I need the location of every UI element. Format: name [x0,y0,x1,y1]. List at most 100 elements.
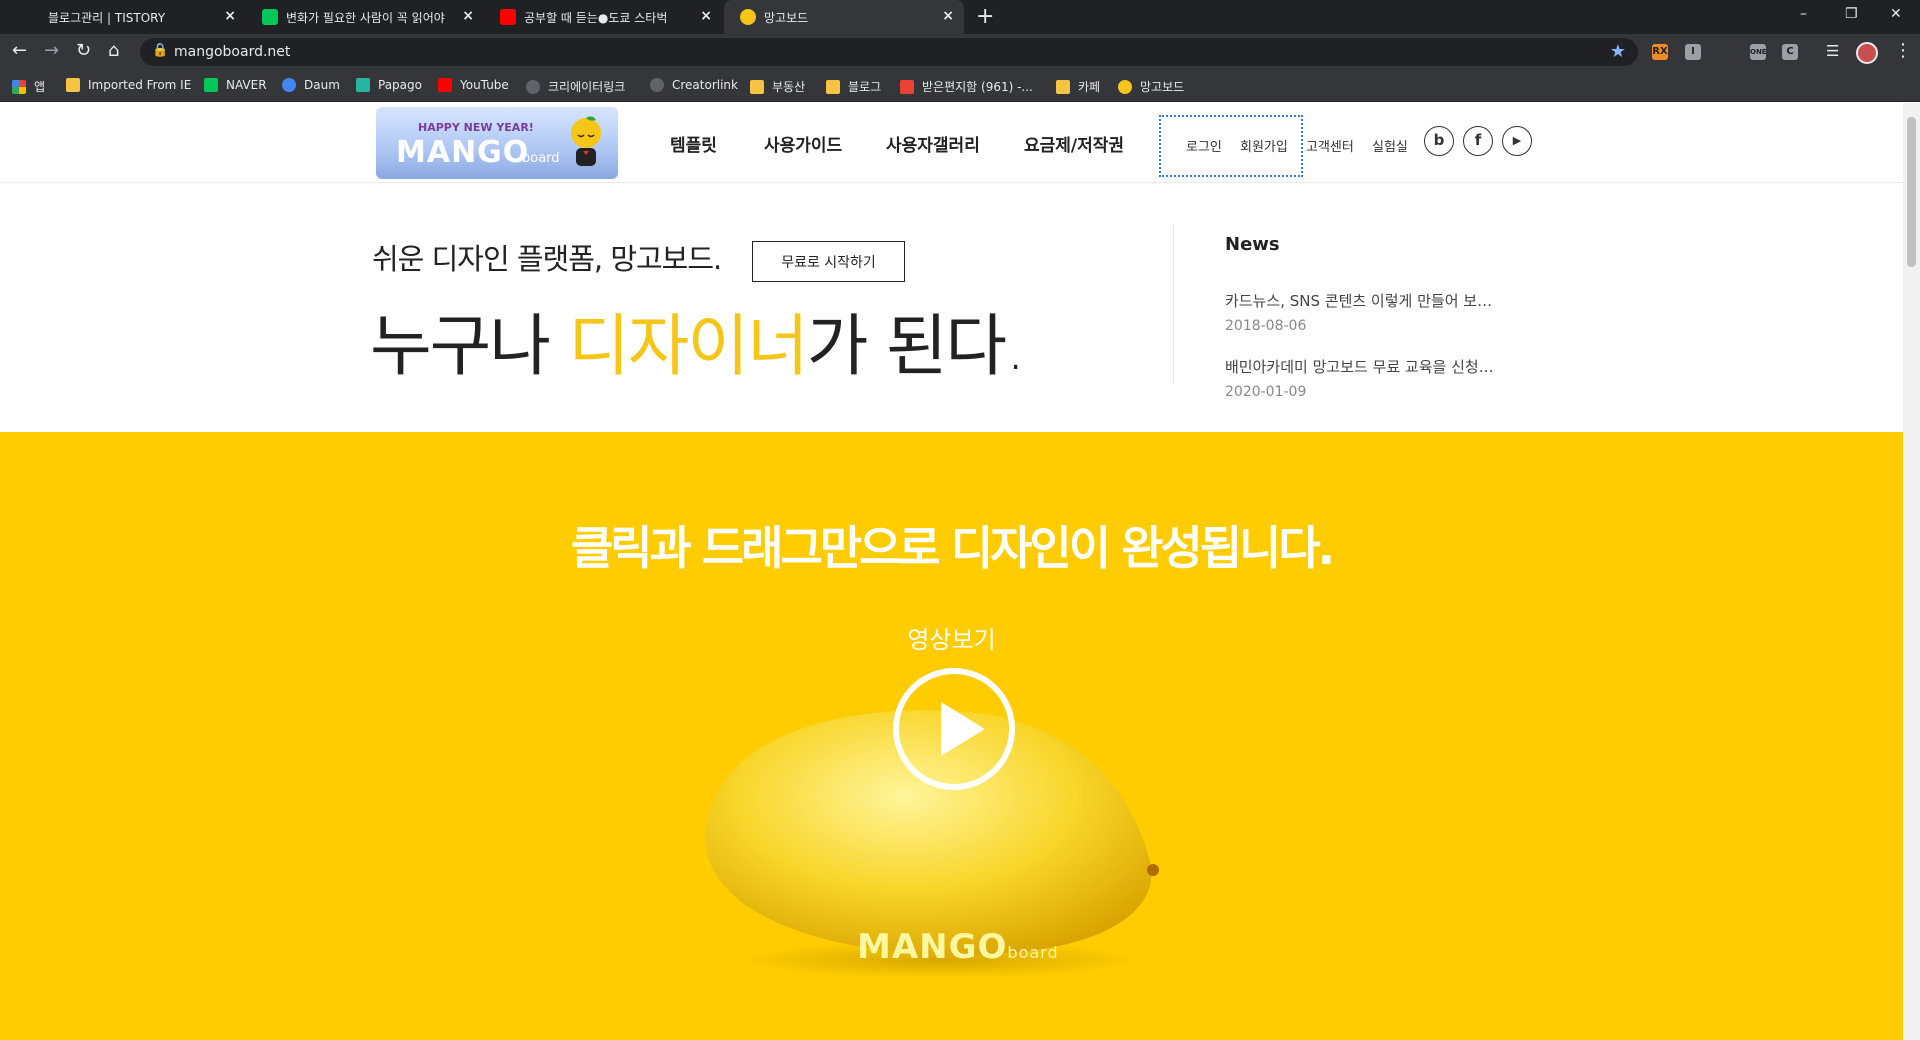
folder-icon [750,79,764,94]
signup-link[interactable]: 회원가입 [1240,136,1288,155]
bookmark-imported-from-ie[interactable]: Imported From IE [66,78,191,92]
tab-mangoboard[interactable]: 망고보드 × [724,0,964,34]
nav-templates[interactable]: 템플릿 [670,131,717,156]
bookmark-mangoboard[interactable]: 망고보드 [1118,78,1184,95]
bookmark-cafe[interactable]: 카페 [1056,78,1100,95]
hero-headline-post: 가 된다. [806,307,1027,385]
window-close-icon[interactable]: ✕ [1890,6,1902,22]
bookmark-apps[interactable]: 앱 [12,78,45,95]
new-tab-button[interactable]: + [976,4,994,29]
watch-video-label[interactable]: 영상보기 [0,620,1903,655]
bookmark-creatorlink[interactable]: Creatorlink [650,78,738,92]
youtube-favicon-icon [500,9,516,25]
customer-center-link[interactable]: 고객센터 [1306,136,1354,155]
start-free-button[interactable]: 무료로 시작하기 [752,241,905,282]
hero-section: 쉬운 디자인 플랫폼, 망고보드. 무료로 시작하기 누구나 디자이너가 된다.… [0,184,1903,432]
blog-icon[interactable]: b [1424,126,1454,156]
bookmark-inbox[interactable]: 받은편지함 (961) -... [900,78,1033,95]
extension-c-icon[interactable]: C [1782,44,1798,60]
hero-headline-accent: 디자이너 [568,307,809,385]
bookmark-real-estate[interactable]: 부동산 [750,78,805,95]
mangoboard-logo[interactable]: HAPPY NEW YEAR! MANGO board [376,107,618,179]
profile-avatar[interactable] [1856,42,1878,64]
back-icon[interactable]: ← [12,41,27,61]
brand-suffix: board [1007,943,1059,962]
play-icon [941,702,985,756]
close-icon[interactable]: × [942,8,954,24]
close-icon[interactable]: × [462,8,474,24]
creatorlink-icon [526,79,540,94]
tab-label: 변화가 필요한 사람이 꼭 읽어야 [286,10,445,25]
bookmark-papago[interactable]: Papago [356,78,422,92]
tab-label: 블로그관리 | TISTORY [48,10,166,25]
gmail-icon [900,79,914,94]
bookmark-naver[interactable]: NAVER [204,78,267,92]
bookmark-label: 망고보드 [1140,80,1185,94]
play-video-button[interactable] [893,668,1015,790]
mango-mascot-icon [571,116,601,166]
logo-tagline: HAPPY NEW YEAR! [418,121,534,134]
login-link[interactable]: 로그인 [1186,136,1222,155]
minimize-icon[interactable]: – [1800,6,1807,22]
close-icon[interactable]: × [700,8,712,24]
extension-one-icon[interactable]: ONE [1750,44,1767,60]
bookmark-star-icon[interactable]: ★ [1610,41,1626,62]
bookmark-label: Creatorlink [672,78,738,92]
news-item-link[interactable]: 배민아카데미 망고보드 무료 교육을 신청… [1225,356,1494,377]
logo-suffix: board [522,151,560,166]
naver-favicon-icon [262,9,278,25]
nav-pricing-copyright[interactable]: 요금제/저작권 [1024,131,1124,156]
youtube-icon [438,78,452,92]
bookmark-label: Imported From IE [88,78,192,92]
bookmark-youtube[interactable]: YouTube [438,78,509,92]
reload-icon[interactable]: ↻ [76,41,91,61]
bookmark-creatorlink-kr[interactable]: 크리에이터링크 [526,78,625,95]
logo-wordmark: MANGO [396,135,530,170]
bookmark-label: 카페 [1078,80,1101,94]
restore-icon[interactable]: ❐ [1845,6,1858,22]
bookmark-label: 블로그 [848,80,882,94]
site-header: HAPPY NEW YEAR! MANGO board 템플릿 사용가이드 사용… [0,103,1903,183]
bookmark-label: YouTube [460,78,509,92]
scrollbar-thumb[interactable] [1907,117,1916,267]
bookmark-blog[interactable]: 블로그 [826,78,881,95]
bookmark-label: 부동산 [772,80,806,94]
facebook-icon[interactable]: f [1463,126,1493,156]
mango-icon [1118,79,1132,94]
daum-icon [282,78,296,92]
naver-icon [204,78,218,92]
news-item-date: 2018-08-06 [1225,318,1307,334]
news-item-link[interactable]: 카드뉴스, SNS 콘텐츠 이렇게 만들어 보… [1225,290,1492,311]
web-page: HAPPY NEW YEAR! MANGO board 템플릿 사용가이드 사용… [0,103,1903,1040]
extension-i-icon[interactable]: I [1685,44,1701,60]
address-bar[interactable]: 🔒 mangoboard.net ★ [140,38,1638,66]
folder-icon [826,79,840,94]
lab-link[interactable]: 실험실 [1372,136,1408,155]
menu-kebab-icon[interactable]: ⋮ [1894,41,1912,61]
nav-user-guide[interactable]: 사용가이드 [764,131,842,156]
forward-icon[interactable]: → [44,41,59,61]
bookmark-label: 받은편지함 (961) -... [922,80,1033,94]
divider [1173,224,1174,384]
bookmark-label: Daum [304,78,340,92]
hero-headline-pre: 누구나 [370,307,569,385]
reading-list-icon[interactable]: ☰ [1826,41,1839,61]
tab-article[interactable]: 변화가 필요한 사람이 꼭 읽어야 × [246,0,484,34]
extension-rx-icon[interactable]: RX [1652,44,1668,60]
bookmark-label: 앱 [34,80,46,94]
brand-word: MANGO [857,927,1008,967]
close-icon[interactable]: × [224,8,236,24]
bookmark-label: Papago [378,78,422,92]
nav-user-gallery[interactable]: 사용자갤러리 [886,131,980,156]
youtube-icon[interactable]: ▶ [1502,126,1532,156]
hero-headline: 누구나 디자이너가 된다. [370,292,1027,389]
bookmark-daum[interactable]: Daum [282,78,340,92]
tab-youtube[interactable]: 공부할 때 듣는●도쿄 스타벅 × [484,0,722,34]
folder-icon [66,78,80,92]
papago-icon [356,78,370,92]
apps-grid-icon [12,79,26,94]
home-icon[interactable]: ⌂ [108,41,119,61]
page-scrollbar[interactable] [1903,103,1920,1040]
tab-tistory[interactable]: 블로그관리 | TISTORY × [8,0,246,34]
url-text: mangoboard.net [174,44,291,60]
